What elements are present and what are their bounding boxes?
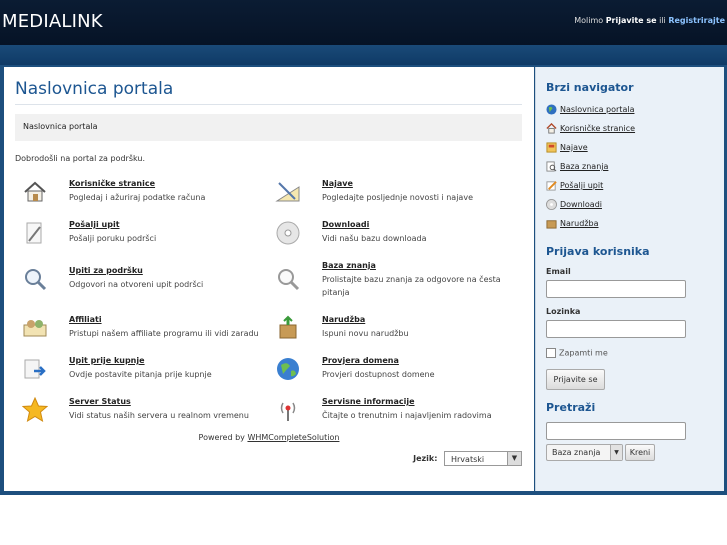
sidebar-item-announcements[interactable]: Najave — [546, 142, 588, 153]
star-icon — [22, 397, 48, 423]
email-label: Email — [546, 267, 571, 276]
item-title[interactable]: Provjera domena — [322, 356, 399, 365]
item-desc: Ispuni novu narudžbu — [322, 329, 409, 338]
pencil-icon — [546, 181, 557, 191]
presales-icon — [24, 359, 46, 379]
password-label: Lozinka — [546, 307, 581, 316]
powered-prefix: Powered by — [198, 433, 245, 442]
login-mid: ili — [659, 16, 666, 25]
sidebar-item-label[interactable]: Najave — [560, 143, 588, 152]
chevron-down-icon[interactable]: ▼ — [507, 452, 521, 465]
title-divider — [15, 104, 522, 105]
announcement-icon — [546, 142, 557, 153]
home-icon — [24, 181, 46, 202]
item-title[interactable]: Korisničke stranice — [69, 179, 155, 188]
pencil-icon — [26, 222, 42, 244]
login-title: Prijava korisnika — [546, 245, 650, 258]
package-icon — [279, 315, 297, 339]
globe-icon — [277, 358, 299, 380]
item-title[interactable]: Upit prije kupnje — [69, 356, 145, 365]
welcome-text: Dobrodošli na portal za podršku. — [15, 154, 146, 163]
sidebar-item-downloads[interactable]: Downloadi — [546, 199, 602, 210]
powered-by: Powered by WHMCompleteSolution — [4, 433, 534, 442]
language-value: Hrvatski — [451, 455, 485, 464]
login-button[interactable]: Prijavite se — [546, 369, 605, 390]
globe-icon — [546, 104, 557, 115]
search-category-select[interactable]: Baza znanja ▼ — [546, 444, 623, 461]
remember-label: Zapamti me — [559, 348, 608, 358]
sidebar-item-label[interactable]: Baza znanja — [560, 162, 608, 171]
login-link[interactable]: Prijavite se — [606, 16, 657, 25]
page-title: Naslovnica portala — [15, 79, 174, 99]
sidebar-item-label[interactable]: Pošalji upit — [560, 181, 603, 190]
login-message: Molimo Prijavite se ili Registrirajte — [574, 16, 725, 25]
item-desc: Odgovori na otvoreni upit podršci — [69, 280, 204, 289]
announcement-icon — [275, 182, 300, 202]
chevron-down-icon[interactable]: ▼ — [610, 445, 622, 460]
item-desc: Prolistajte bazu znanja za odgovore na č… — [322, 275, 501, 297]
sidebar-item-order[interactable]: Narudžba — [546, 218, 599, 229]
item-desc: Ovdje postavite pitanja prije kupnje — [69, 370, 212, 379]
item-title[interactable]: Baza znanja — [322, 261, 376, 270]
sidebar-item-label[interactable]: Narudžba — [560, 219, 599, 228]
item-title[interactable]: Narudžba — [322, 315, 365, 324]
remember-checkbox[interactable] — [546, 348, 556, 358]
item-desc: Pogledajte posljednje novosti i najave — [322, 193, 473, 202]
register-link[interactable]: Registrirajte — [668, 16, 725, 25]
document-search-icon — [546, 161, 557, 172]
search-button[interactable]: Kreni — [625, 444, 655, 461]
sidebar-item-label[interactable]: Korisničke stranice — [560, 124, 635, 133]
item-desc: Pošalji poruku podršci — [69, 234, 157, 243]
item-desc: Vidi našu bazu downloada — [322, 234, 427, 243]
item-desc: Pristupi našem affiliate programu ili vi… — [69, 329, 259, 338]
item-title[interactable]: Najave — [322, 179, 353, 188]
antenna-icon — [280, 402, 296, 421]
header-band — [0, 45, 727, 65]
item-title[interactable]: Servisne informacije — [322, 397, 415, 406]
sidebar-item-knowledgebase[interactable]: Baza znanja — [546, 161, 608, 172]
sidebar-item-submitticket[interactable]: Pošalji upit — [546, 180, 603, 191]
login-prefix: Molimo — [574, 16, 604, 25]
breadcrumb-link-home[interactable]: Naslovnica portala — [23, 122, 97, 131]
item-desc: Vidi status naših servera u realnom vrem… — [69, 411, 249, 420]
item-title[interactable]: Affiliati — [69, 315, 102, 324]
password-field[interactable] — [546, 320, 686, 338]
email-field[interactable] — [546, 280, 686, 298]
main-content: Naslovnica portala Naslovnica portala Do… — [4, 67, 534, 491]
sidebar-item-label[interactable]: Naslovnica portala — [560, 105, 634, 114]
item-title[interactable]: Downloadi — [322, 220, 369, 229]
affiliate-icon — [23, 320, 47, 337]
item-desc: Provjeri dostupnost domene — [322, 370, 435, 379]
magnifier-icon — [25, 269, 47, 291]
sidebar-item-label[interactable]: Downloadi — [560, 200, 602, 209]
breadcrumb: Naslovnica portala — [15, 114, 522, 141]
powered-link[interactable]: WHMCompleteSolution — [247, 433, 339, 442]
language-switcher: Jezik: Hrvatski ▼ — [413, 451, 522, 466]
site-logo[interactable]: MEDIALINK — [2, 11, 103, 32]
home-icon — [546, 123, 557, 134]
quick-nav-title: Brzi navigator — [546, 81, 634, 94]
language-select[interactable]: Hrvatski ▼ — [444, 451, 522, 466]
item-title[interactable]: Pošalji upit — [69, 220, 120, 229]
disc-icon — [276, 221, 300, 245]
search-input[interactable] — [546, 422, 686, 440]
sidebar-item-clientarea[interactable]: Korisničke stranice — [546, 123, 635, 134]
sidebar-item-home[interactable]: Naslovnica portala — [546, 104, 634, 115]
search-title: Pretraži — [546, 401, 596, 414]
package-icon — [546, 220, 557, 229]
remember-me[interactable]: Zapamti me — [546, 348, 608, 358]
knowledgebase-icon — [278, 269, 300, 291]
sidebar: Brzi navigator Naslovnica portala Korisn… — [535, 67, 724, 491]
search-category-value: Baza znanja — [552, 448, 601, 457]
item-title[interactable]: Server Status — [69, 397, 131, 406]
item-desc: Pogledaj i ažuriraj podatke računa — [69, 193, 206, 202]
top-header: MEDIALINK Molimo Prijavite se ili Regist… — [0, 0, 727, 45]
item-desc: Čitajte o trenutnim i najavljenim radovi… — [322, 411, 492, 420]
item-title[interactable]: Upiti za podršku — [69, 266, 143, 275]
language-label: Jezik: — [413, 454, 438, 463]
disc-icon — [546, 199, 557, 210]
